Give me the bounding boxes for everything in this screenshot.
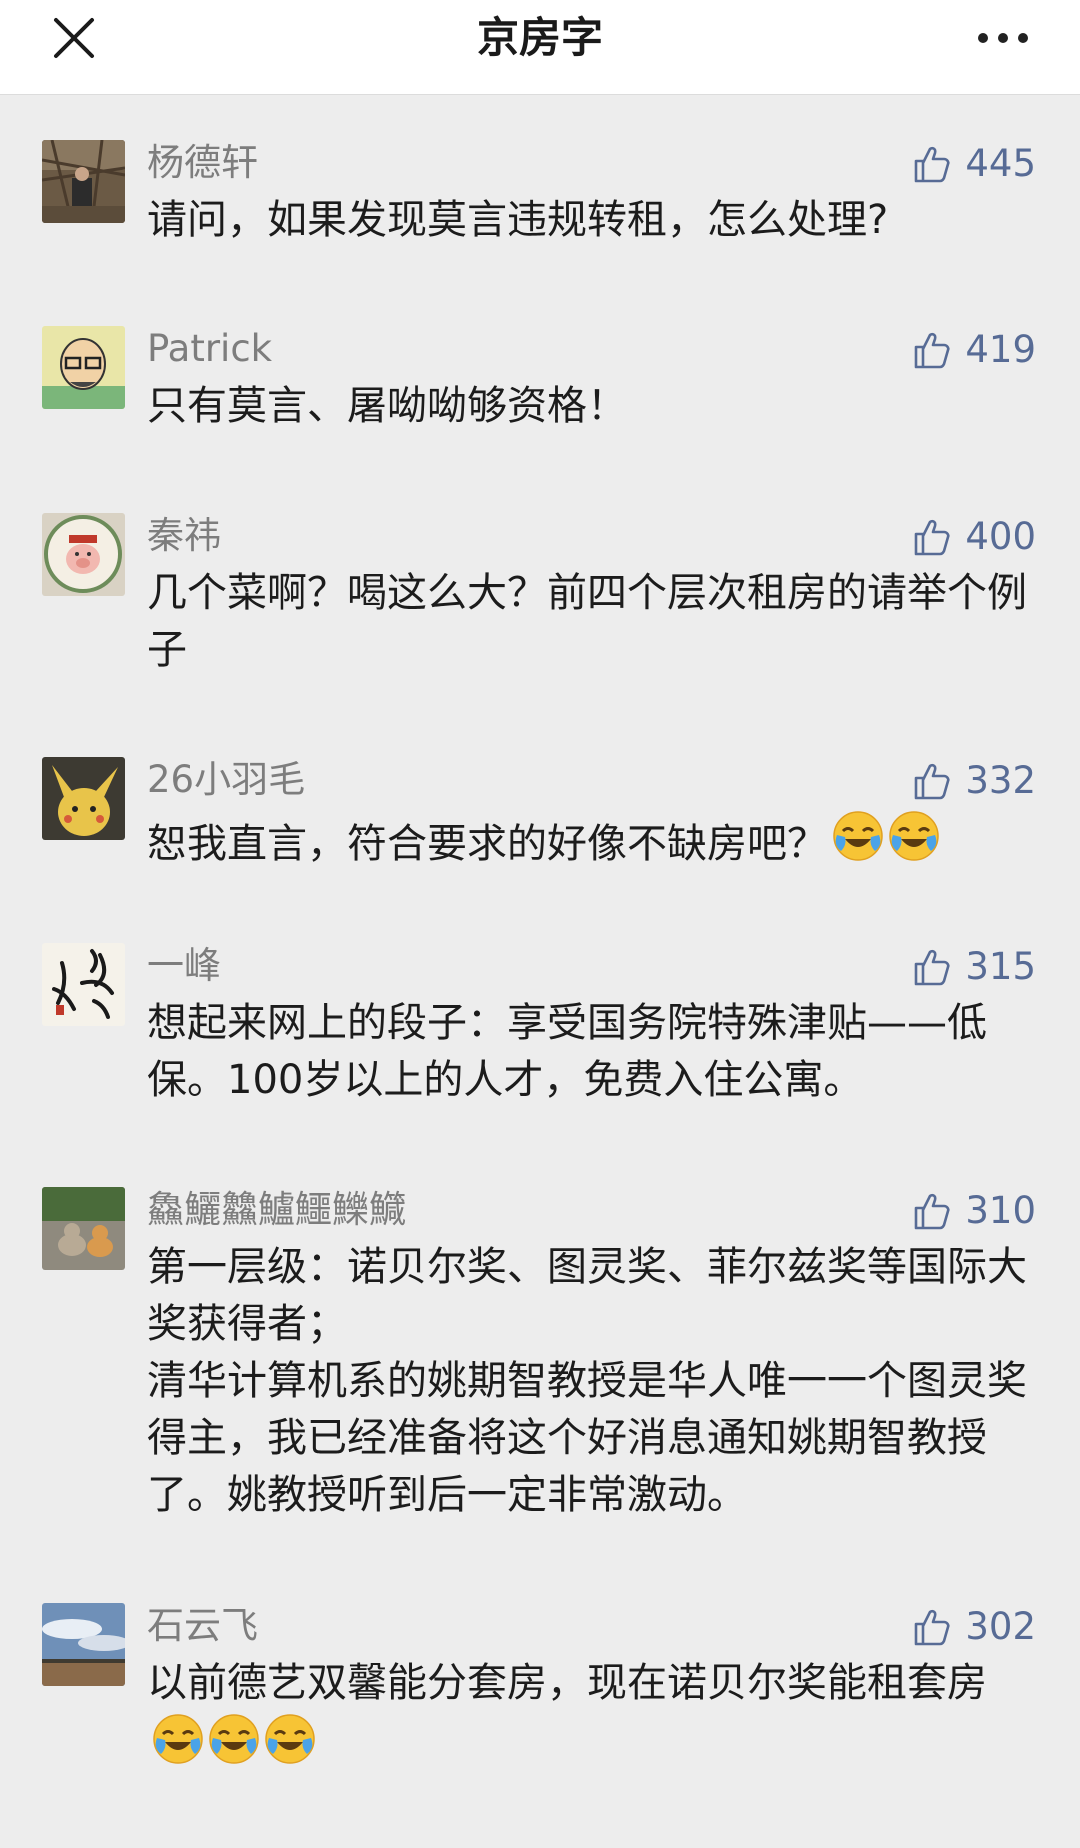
comment-text-content: 以前德艺双馨能分套房，现在诺贝尔奖能租套房 xyxy=(147,1660,987,1706)
comment-text-paragraph: 清华计算机系的姚期智教授是华人唯一一个图灵奖得主，我已经准备将这个好消息通知姚期… xyxy=(147,1358,1027,1518)
avatar-sky-landscape[interactable] xyxy=(42,1603,125,1686)
like-button[interactable]: 419 xyxy=(911,326,1036,374)
commenter-name[interactable]: 石云飞 xyxy=(147,1603,258,1649)
avatar-pikachu[interactable] xyxy=(42,757,125,840)
tears-of-joy-emoji xyxy=(263,1712,317,1782)
like-count: 315 xyxy=(965,945,1036,988)
comment-text: 几个菜啊？喝这么大？前四个层次租房的请举个例子 xyxy=(147,570,1027,673)
avatar-cartoon-man[interactable] xyxy=(42,326,125,409)
comment-text-content: 恕我直言，符合要求的好像不缺房吧？ xyxy=(147,821,827,867)
like-count: 332 xyxy=(965,759,1036,802)
thumbs-up-icon xyxy=(915,763,950,800)
avatar-pig-plate[interactable] xyxy=(42,513,125,596)
comment-text: 只有莫言、屠呦呦够资格！ xyxy=(147,383,627,429)
like-count: 445 xyxy=(965,142,1036,185)
laugh-cry-emoji xyxy=(887,809,941,879)
commenter-name[interactable]: Patrick xyxy=(147,326,272,372)
commenter-name[interactable]: 鱻鱺䲜鱸鱷鱳鱵 xyxy=(147,1187,406,1233)
thumbs-up-icon xyxy=(915,146,950,183)
top-bar: 京房字 xyxy=(0,0,1080,95)
page-title: 京房字 xyxy=(476,13,603,62)
comment-text: 第一层级：诺贝尔奖、图灵奖、菲尔兹奖等国际大奖获得者； 清华计算机系的姚期智教授是… xyxy=(147,1239,1027,1524)
thumbs-up-icon xyxy=(915,1609,950,1646)
laugh-cry-emoji xyxy=(831,809,885,879)
like-count: 310 xyxy=(965,1189,1036,1232)
like-button[interactable]: 310 xyxy=(911,1187,1036,1235)
commenter-name[interactable]: 杨德轩 xyxy=(147,140,258,186)
avatar-cats[interactable] xyxy=(42,1187,125,1270)
comment-text: 以前德艺双馨能分套房，现在诺贝尔奖能租套房 xyxy=(147,1655,1027,1782)
thumbs-up-icon xyxy=(915,519,950,556)
comment-text: 恕我直言，符合要求的好像不缺房吧？ xyxy=(147,809,1027,879)
thumbs-up-icon xyxy=(915,1193,950,1230)
comment-text: 请问，如果发现莫言违规转租，怎么处理? xyxy=(147,197,889,243)
like-button[interactable]: 400 xyxy=(911,513,1036,561)
comment-text: 想起来网上的段子：享受国务院特殊津贴——低保。100岁以上的人才，免费入住公寓。 xyxy=(147,1000,987,1103)
commenter-name[interactable]: 一峰 xyxy=(147,943,221,989)
like-count: 400 xyxy=(965,515,1036,558)
like-count: 419 xyxy=(965,328,1036,371)
tears-of-joy-emoji xyxy=(151,1712,205,1782)
tears-of-joy-emoji xyxy=(207,1712,261,1782)
avatar-calligraphy[interactable] xyxy=(42,943,125,1026)
commenter-name[interactable]: 26小羽毛 xyxy=(147,757,305,803)
like-count: 302 xyxy=(965,1605,1036,1648)
comment-text-paragraph: 第一层级：诺贝尔奖、图灵奖、菲尔兹奖等国际大奖获得者； xyxy=(147,1244,1027,1347)
like-button[interactable]: 445 xyxy=(911,140,1036,188)
thumbs-up-icon xyxy=(915,949,950,986)
thumbs-up-icon xyxy=(915,332,950,369)
avatar-woodpile-photo[interactable] xyxy=(42,140,125,223)
like-button[interactable]: 315 xyxy=(911,943,1036,991)
commenter-name[interactable]: 秦祎 xyxy=(147,513,221,559)
like-button[interactable]: 332 xyxy=(911,757,1036,805)
more-horizontal-icon[interactable] xyxy=(978,28,1038,48)
like-button[interactable]: 302 xyxy=(911,1603,1036,1651)
